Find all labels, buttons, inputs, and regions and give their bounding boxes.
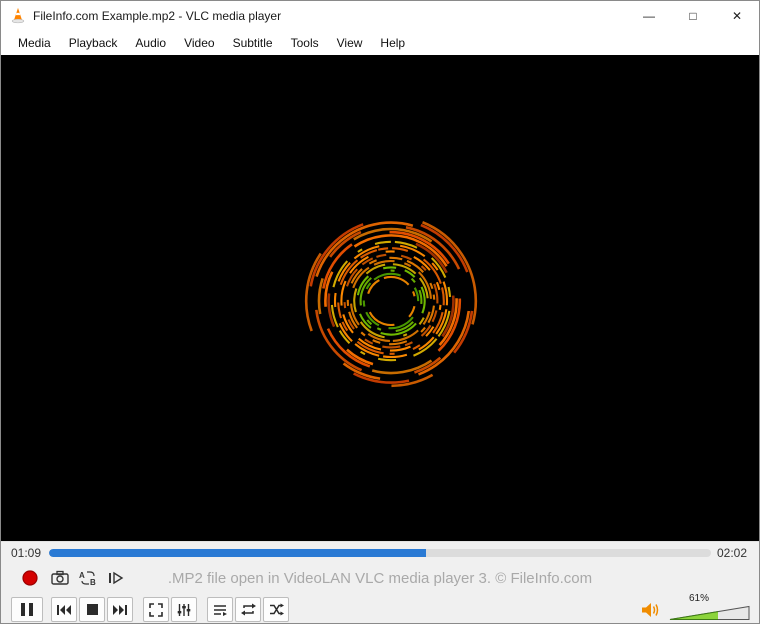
vlc-window: FileInfo.com Example.mp2 - VLC media pla… (0, 0, 760, 624)
advanced-controls-row: A B .MP2 file open in VideoLAN VLC media… (1, 564, 759, 594)
menu-playback[interactable]: Playback (60, 33, 127, 53)
loop-icon (240, 603, 256, 616)
loop-button[interactable] (235, 597, 261, 622)
equalizer-icon (177, 603, 191, 616)
video-area[interactable] (1, 55, 759, 541)
seek-progress (49, 549, 427, 557)
window-title: FileInfo.com Example.mp2 - VLC media pla… (33, 9, 282, 23)
minimize-button[interactable]: — (627, 1, 671, 31)
menu-tools[interactable]: Tools (282, 33, 328, 53)
close-button[interactable]: ✕ (715, 1, 759, 31)
menu-audio[interactable]: Audio (126, 33, 175, 53)
menu-view[interactable]: View (328, 33, 372, 53)
transport-controls-row: 61% (1, 593, 759, 623)
status-message: .MP2 file open in VideoLAN VLC media pla… (167, 570, 593, 587)
menu-video[interactable]: Video (175, 33, 223, 53)
pause-button[interactable] (11, 597, 43, 622)
pause-icon (21, 603, 33, 616)
volume-slider[interactable] (669, 605, 751, 621)
title-bar[interactable]: FileInfo.com Example.mp2 - VLC media pla… (1, 1, 759, 31)
next-button[interactable] (107, 597, 133, 622)
total-time: 02:02 (716, 546, 747, 560)
window-controls: — □ ✕ (627, 1, 759, 31)
fullscreen-icon (149, 602, 163, 617)
random-button[interactable] (263, 597, 289, 622)
previous-button[interactable] (51, 597, 77, 622)
stop-button[interactable] (79, 597, 105, 622)
volume-percent: 61% (688, 593, 709, 604)
elapsed-time: 01:09 (11, 546, 42, 560)
fullscreen-button[interactable] (143, 597, 169, 622)
volume-area: 61% (641, 593, 753, 623)
playlist-button[interactable] (207, 597, 233, 622)
menu-help[interactable]: Help (371, 33, 414, 53)
stop-icon (86, 604, 98, 615)
maximize-button[interactable]: □ (671, 1, 715, 31)
audio-visualization (304, 214, 478, 388)
extended-settings-button[interactable] (171, 597, 197, 622)
vlc-cone-icon (11, 7, 25, 24)
seek-bar[interactable] (49, 549, 711, 557)
speaker-icon[interactable] (641, 602, 661, 618)
menu-bar: Media Playback Audio Video Subtitle Tool… (1, 31, 759, 55)
menu-media[interactable]: Media (9, 33, 60, 53)
previous-icon (57, 604, 71, 615)
next-icon (113, 604, 127, 615)
shuffle-icon (269, 603, 284, 616)
playlist-icon (214, 604, 227, 616)
seek-row: 01:09 02:02 (1, 544, 759, 562)
menu-subtitle[interactable]: Subtitle (224, 33, 282, 53)
control-panel: 01:09 02:02 A B .MP2 file open in VideoL… (1, 541, 759, 623)
